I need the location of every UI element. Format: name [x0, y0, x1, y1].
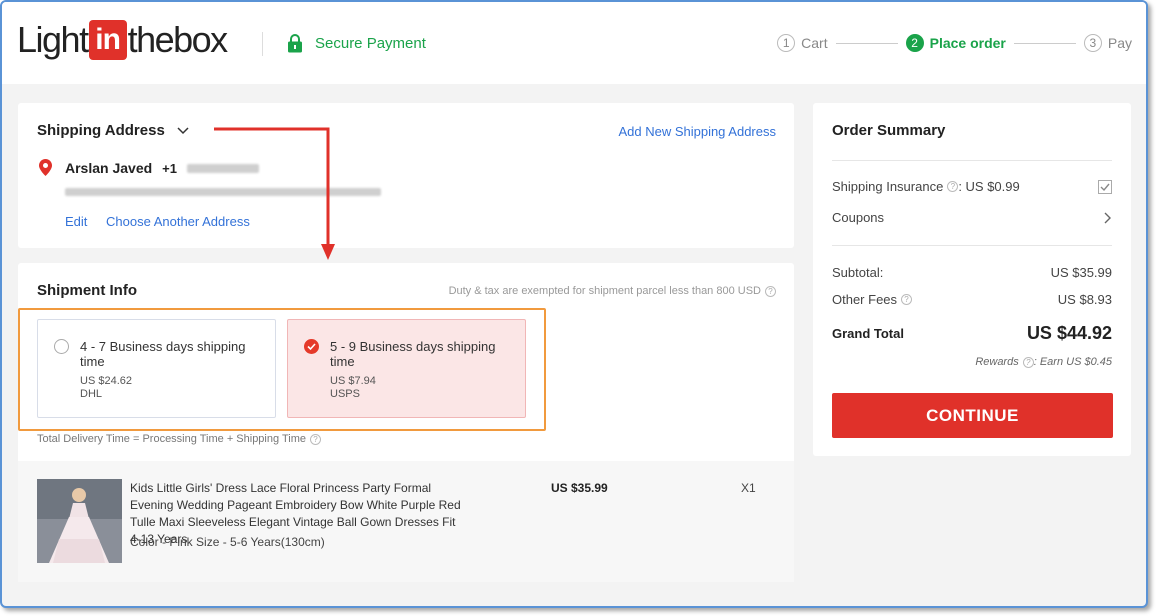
- browser-frame: Light in thebox Secure Payment 1 Cart 2 …: [0, 0, 1148, 608]
- annotation-arrow: [214, 127, 335, 260]
